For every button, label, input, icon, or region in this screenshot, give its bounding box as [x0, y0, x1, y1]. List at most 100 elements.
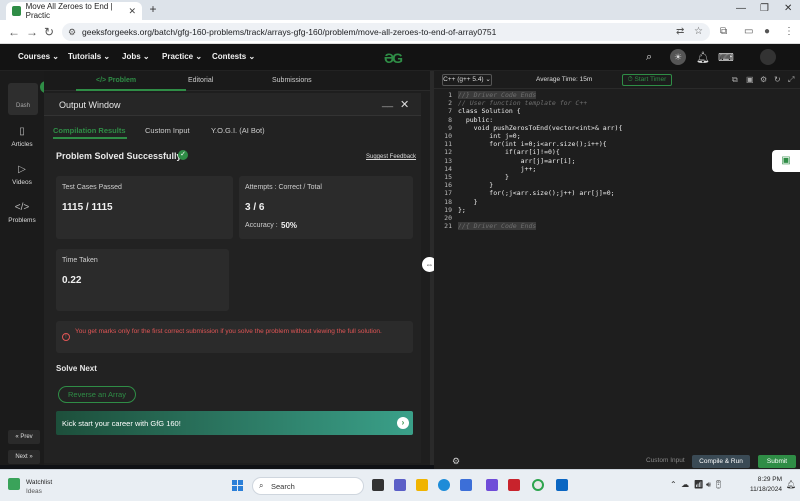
bookmark-star-icon[interactable]: ☆: [694, 26, 703, 37]
chrome-icon[interactable]: [532, 479, 544, 491]
code-line: // User function template for C++: [458, 99, 588, 108]
notification-icon[interactable]: 🔔︎: [786, 480, 796, 489]
linkedin-icon[interactable]: [556, 479, 568, 491]
check-circle-icon: ✓: [178, 150, 188, 160]
browser-tab[interactable]: Move All Zeroes to End | Practic ✕: [6, 2, 142, 20]
browser-menu-icon[interactable]: ⋮: [784, 26, 794, 37]
nav-jobs[interactable]: Jobs ⌄: [122, 52, 150, 61]
start-menu-icon[interactable]: [232, 480, 244, 492]
teams-icon[interactable]: [394, 479, 406, 491]
code-line: };: [458, 205, 466, 214]
close-window-icon[interactable]: ✕: [784, 3, 792, 14]
sidebar-item-problems[interactable]: </> Problems: [2, 202, 42, 224]
store-icon[interactable]: [460, 479, 472, 491]
career-banner-text: Kick start your career with GfG 160!: [62, 419, 181, 428]
left-sidebar: Dash ▯ Articles ▷ Videos </> Problems « …: [0, 71, 44, 465]
solve-next-heading: Solve Next: [56, 364, 97, 373]
next-problem-chip[interactable]: Reverse an Array: [58, 386, 136, 403]
prev-button[interactable]: « Prev: [8, 430, 40, 444]
url-field[interactable]: ⚙ geeksforgeeks.org/batch/gfg-160-proble…: [62, 23, 710, 41]
language-icon[interactable]: ⌨: [718, 51, 734, 64]
code-line: //{ Driver Code Ends: [458, 222, 537, 231]
start-timer-button[interactable]: ⏱ Start Timer: [622, 74, 672, 86]
code-line: }: [458, 197, 478, 206]
sidebar-item-articles[interactable]: ▯ Articles: [2, 126, 42, 148]
output-window-header: Output Window __ ✕: [44, 93, 421, 116]
search-placeholder: Search: [271, 482, 295, 491]
line-number: 15: [444, 173, 452, 181]
suggest-feedback-link[interactable]: Suggest Feedback: [366, 154, 416, 160]
tab-custom-input[interactable]: Custom Input: [145, 126, 190, 135]
code-area[interactable]: //} Driver Code Ends// User function tem…: [458, 91, 788, 241]
profile-icon[interactable]: ●: [764, 26, 770, 37]
search-icon[interactable]: ⌕: [646, 51, 652, 64]
next-button[interactable]: Next »: [8, 450, 40, 464]
expand-icon[interactable]: ⤢: [788, 75, 794, 85]
mcafee-icon[interactable]: [508, 479, 520, 491]
app-icon[interactable]: [486, 479, 498, 491]
file-explorer-icon[interactable]: [416, 479, 428, 491]
settings-icon[interactable]: ⚙: [760, 75, 767, 84]
new-tab-button[interactable]: +: [146, 3, 160, 17]
nav-tutorials[interactable]: Tutorials ⌄: [68, 52, 110, 61]
sidebar-item-videos[interactable]: ▷ Videos: [2, 164, 42, 186]
tab-close-icon[interactable]: ✕: [128, 6, 136, 17]
code-line: if(arr[i]!=0){: [458, 148, 560, 157]
test-cases-card: Test Cases Passed 1115 / 1115: [56, 176, 233, 239]
notification-bell-icon[interactable]: 🔔︎: [696, 51, 710, 64]
gfg-logo[interactable]: ƏG: [384, 50, 403, 66]
compile-run-button[interactable]: Compile & Run: [692, 455, 750, 468]
line-number: 7: [448, 107, 452, 116]
marks-alert: ! You get marks only for the first corre…: [56, 321, 413, 353]
site-info-icon[interactable]: ⚙: [68, 23, 76, 41]
submit-button[interactable]: Submit: [758, 455, 796, 468]
extensions-icon[interactable]: ⧉: [720, 26, 727, 37]
minimize-window-icon[interactable]: —: [736, 3, 746, 14]
tab-problem[interactable]: </> Problem: [96, 77, 136, 84]
theme-toggle-icon[interactable]: ☀: [670, 49, 686, 65]
stocks-icon: [8, 478, 20, 490]
tab-submissions[interactable]: Submissions: [272, 77, 312, 84]
reload-icon[interactable]: ↻: [44, 25, 54, 39]
copy-icon[interactable]: ⧉: [732, 75, 738, 85]
system-tray[interactable]: ⌃ ☁ 📶︎ 🔊︎ 🔋︎: [670, 480, 723, 490]
code-line: }: [458, 181, 494, 190]
tab-compilation-results[interactable]: Compilation Results: [53, 126, 126, 135]
sidebar-icon[interactable]: ▭: [744, 26, 753, 37]
fullscreen-icon[interactable]: ▣: [746, 75, 754, 84]
tab-yogi-ai-bot[interactable]: Y.O.G.I. (AI Bot): [211, 126, 265, 135]
back-icon[interactable]: ←: [8, 25, 20, 39]
clock[interactable]: 8:29 PM 11/18/2024: [744, 475, 782, 495]
chat-icon[interactable]: ▣: [772, 150, 800, 172]
career-banner[interactable]: Kick start your career with GfG 160! ›: [56, 411, 413, 435]
minimize-button[interactable]: __: [382, 97, 393, 108]
forward-icon[interactable]: →: [26, 25, 38, 39]
editor-settings-icon[interactable]: ⚙: [452, 456, 463, 467]
search-icon: ⌕: [259, 481, 264, 490]
line-number: 21: [444, 222, 452, 231]
line-number: 17: [444, 189, 452, 198]
custom-input-button[interactable]: Custom Input: [646, 457, 685, 464]
gfg-favicon-icon: [12, 6, 21, 16]
maximize-window-icon[interactable]: ❐: [760, 3, 769, 14]
code-line: void pushZerosToEnd(vector<int>& arr){: [458, 123, 623, 132]
chevron-right-icon[interactable]: ›: [397, 417, 409, 429]
widgets-button[interactable]: Watchlist Ideas: [4, 475, 64, 497]
tab-editorial[interactable]: Editorial: [188, 77, 213, 84]
output-window: Output Window __ ✕ Compilation Results C…: [44, 93, 421, 463]
taskbar-search[interactable]: ⌕ Search: [252, 477, 364, 495]
code-line: j++;: [458, 164, 537, 173]
os-taskbar: Watchlist Ideas ⌕ Search ⌃ ☁ 📶︎ 🔊︎ 🔋︎ 8:…: [0, 469, 800, 501]
task-view-icon[interactable]: [372, 479, 384, 491]
close-button[interactable]: ✕: [400, 98, 409, 111]
nav-practice[interactable]: Practice ⌄: [162, 52, 202, 61]
sidebar-dash[interactable]: Dash: [8, 83, 38, 115]
nav-contests[interactable]: Contests ⌄: [212, 52, 255, 61]
reset-icon[interactable]: ↻: [774, 75, 781, 84]
articles-icon: ▯: [19, 126, 25, 137]
translate-icon[interactable]: ⇄: [676, 26, 684, 37]
nav-courses[interactable]: Courses ⌄: [18, 52, 59, 61]
language-select[interactable]: C++ (g++ 5.4) ⌄: [442, 74, 492, 86]
user-avatar[interactable]: [760, 49, 776, 65]
edge-icon[interactable]: [438, 479, 450, 491]
